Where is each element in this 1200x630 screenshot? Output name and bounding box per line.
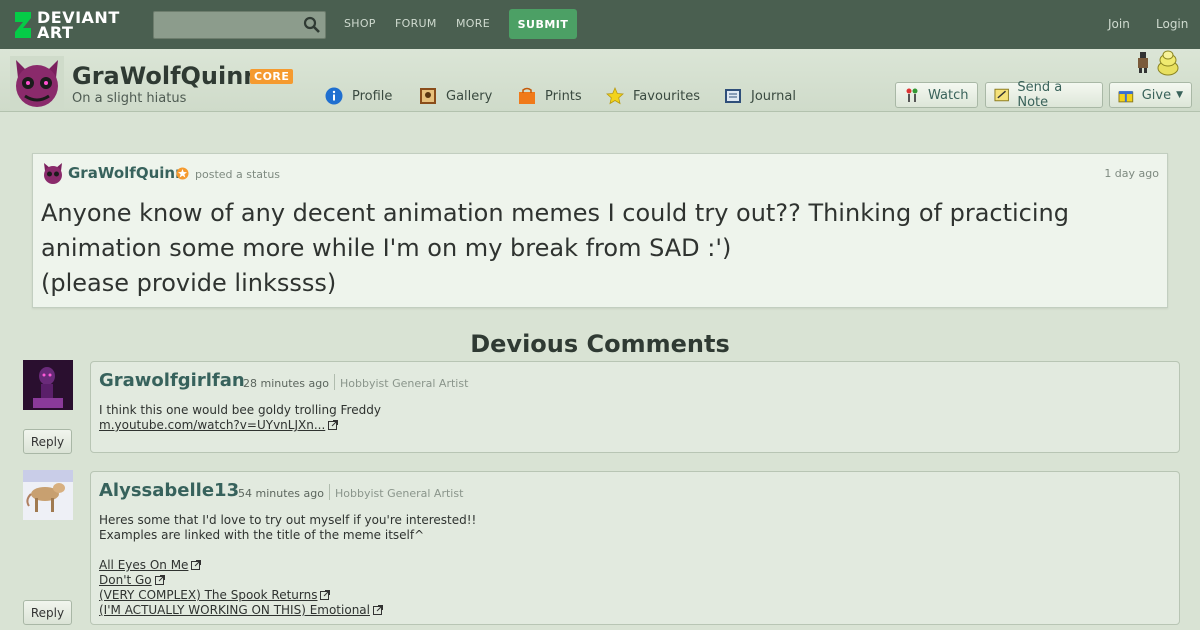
journal-icon [725, 89, 741, 103]
tab-favourites-label: Favourites [633, 88, 700, 104]
comment-meta-divider [334, 374, 335, 390]
user-badges [1135, 50, 1180, 76]
profile-header: GraWolfQuinn CORE On a slight hiatus Pro… [0, 49, 1200, 112]
status-author-avatar[interactable] [42, 162, 64, 184]
send-note-button[interactable]: Send a Note [985, 80, 1103, 110]
comment-text-line: Examples are linked with the title of th… [99, 528, 425, 542]
info-icon [325, 87, 343, 105]
gift-icon [1118, 91, 1134, 103]
profile-avatar[interactable] [10, 56, 64, 110]
comment-link-text: m.youtube.com/watch?v=UYvnLJXn... [99, 418, 326, 432]
comments-section-title: Devious Comments [470, 330, 730, 358]
status-text: Anyone know of any decent animation meme… [41, 199, 1069, 297]
commenter-name[interactable]: Grawolfgirlfan [99, 370, 245, 391]
note-icon [994, 88, 1009, 102]
commenter-name[interactable]: Alyssabelle13 [99, 480, 239, 501]
commenter-avatar[interactable] [23, 470, 73, 520]
nav-more[interactable]: MORE [456, 17, 490, 30]
join-link[interactable]: Join [1108, 17, 1130, 31]
core-badge: CORE [250, 69, 294, 84]
give-label: Give [1141, 87, 1172, 103]
comment-link-text: (VERY COMPLEX) The Spook Returns [99, 588, 318, 602]
profile-username[interactable]: GraWolfQuinn [72, 62, 260, 90]
search-icon[interactable] [303, 16, 321, 34]
top-navigation-bar: DEVIANT ART SHOP FORUM MORE SUBMIT Join … [0, 0, 1200, 49]
watch-label: Watch [928, 87, 969, 103]
external-link-icon [191, 560, 202, 570]
deviantart-logo-icon [15, 12, 31, 38]
comment-box: Grawolfgirlfan 28 minutes ago Hobbyist G… [90, 361, 1180, 453]
tab-journal-label: Journal [751, 88, 796, 104]
nav-shop[interactable]: SHOP [344, 17, 376, 30]
status-timestamp[interactable]: 1 day ago [1104, 167, 1159, 180]
external-link-icon [154, 575, 165, 585]
status-action: posted a status [195, 168, 281, 181]
watch-button[interactable]: Watch [895, 82, 978, 108]
comment-link-text: (I'M ACTUALLY WORKING ON THIS) Emotional [99, 603, 370, 617]
external-link-icon [320, 590, 331, 600]
external-link-icon [328, 420, 339, 430]
llama-badge-icon[interactable] [1156, 50, 1180, 76]
comment-link[interactable]: All Eyes On Me [99, 558, 476, 573]
comment-meta-divider [329, 484, 330, 500]
tab-journal[interactable]: Journal [724, 85, 796, 107]
prints-bag-icon [519, 87, 535, 104]
comment-timestamp[interactable]: 28 minutes ago [243, 377, 329, 390]
character-badge-icon[interactable] [1135, 50, 1151, 74]
tab-prints[interactable]: Prints [518, 85, 582, 107]
profile-tagline: On a slight hiatus [72, 91, 187, 106]
comment-body: Heres some that I'd love to try out myse… [99, 513, 476, 618]
nav-forum[interactable]: FORUM [395, 17, 437, 30]
comment-link[interactable]: (VERY COMPLEX) The Spook Returns [99, 588, 476, 603]
comment-text-line: Heres some that I'd love to try out myse… [99, 513, 477, 527]
status-author-name[interactable]: GraWolfQuinn [68, 164, 186, 182]
star-icon [606, 87, 624, 105]
watch-icon [906, 88, 918, 102]
gallery-icon [420, 88, 436, 104]
send-note-label: Send a Note [1017, 80, 1063, 110]
tab-prints-label: Prints [545, 88, 582, 104]
external-link-icon [372, 605, 383, 615]
commenter-avatar[interactable] [23, 360, 73, 410]
tab-profile-label: Profile [352, 88, 393, 104]
comment-text-line: I think this one would bee goldy trollin… [99, 403, 381, 417]
comment-link[interactable]: m.youtube.com/watch?v=UYvnLJXn... [99, 418, 381, 433]
deviantart-logo[interactable]: DEVIANT ART [13, 8, 128, 42]
tab-profile[interactable]: Profile [325, 85, 392, 107]
reply-button[interactable]: Reply [23, 600, 72, 625]
commenter-role: Hobbyist General Artist [335, 487, 464, 500]
core-member-icon [176, 167, 189, 180]
status-card: GraWolfQuinn posted a status 1 day ago A… [32, 153, 1168, 308]
submit-button[interactable]: SUBMIT [509, 9, 577, 39]
give-button[interactable]: Give ▼ [1109, 82, 1192, 108]
comment-box: Alyssabelle13 54 minutes ago Hobbyist Ge… [90, 471, 1180, 625]
tab-favourites[interactable]: Favourites [606, 85, 700, 107]
logo-text-line2: ART [37, 23, 74, 42]
reply-button[interactable]: Reply [23, 429, 72, 454]
comment-timestamp[interactable]: 54 minutes ago [238, 487, 324, 500]
chevron-down-icon: ▼ [1176, 90, 1183, 100]
commenter-role: Hobbyist General Artist [340, 377, 469, 390]
comment-link-text: Don't Go [99, 573, 152, 587]
comment-link[interactable]: (I'M ACTUALLY WORKING ON THIS) Emotional [99, 603, 476, 618]
tab-gallery-label: Gallery [446, 88, 493, 104]
comment-link[interactable]: Don't Go [99, 573, 476, 588]
tab-gallery[interactable]: Gallery [419, 85, 492, 107]
login-link[interactable]: Login [1156, 17, 1188, 31]
comment-link-text: All Eyes On Me [99, 558, 189, 572]
search-input[interactable] [153, 11, 326, 39]
comment-body: I think this one would bee goldy trollin… [99, 403, 381, 433]
